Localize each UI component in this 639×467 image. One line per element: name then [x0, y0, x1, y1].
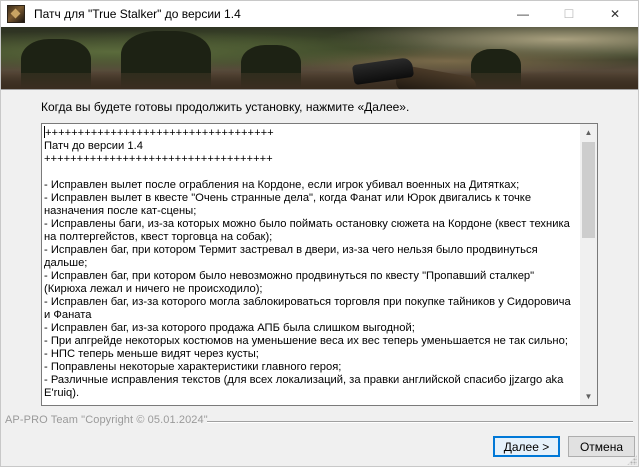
banner-divider: [1, 89, 638, 90]
stalker-app-icon: [7, 5, 25, 23]
close-button[interactable]: ✕: [592, 1, 638, 27]
copyright-label: AP-PRO Team "Copyright © 05.01.2024": [5, 414, 208, 426]
scroll-thumb[interactable]: [582, 142, 595, 238]
cancel-button[interactable]: Отмена: [568, 436, 635, 457]
info-textbox[interactable]: +++++++++++++++++++++++++++++++++++ Патч…: [41, 123, 598, 406]
header-banner-image: [1, 27, 638, 89]
minimize-button[interactable]: —: [500, 1, 546, 27]
minimize-icon: —: [517, 7, 529, 21]
footer-divider-highlight: [207, 422, 633, 423]
info-text-content[interactable]: +++++++++++++++++++++++++++++++++++ Патч…: [44, 126, 578, 400]
info-text: +++++++++++++++++++++++++++++++++++ Патч…: [44, 127, 571, 399]
installer-window: Патч для "True Stalker" до версии 1.4 — …: [0, 0, 639, 467]
scroll-down-icon[interactable]: ▼: [580, 388, 597, 405]
maximize-button: ☐: [546, 1, 592, 27]
maximize-icon: ☐: [563, 7, 575, 21]
window-controls: — ☐ ✕: [500, 1, 638, 27]
vertical-scrollbar[interactable]: ▲ ▼: [580, 124, 597, 405]
instruction-text: Когда вы будете готовы продолжить устано…: [41, 100, 410, 114]
scroll-up-icon[interactable]: ▲: [580, 124, 597, 141]
close-icon: ✕: [609, 7, 621, 21]
window-title: Патч для "True Stalker" до версии 1.4: [34, 7, 241, 21]
next-button[interactable]: Далее >: [493, 436, 560, 457]
title-bar[interactable]: Патч для "True Stalker" до версии 1.4 — …: [1, 1, 638, 27]
